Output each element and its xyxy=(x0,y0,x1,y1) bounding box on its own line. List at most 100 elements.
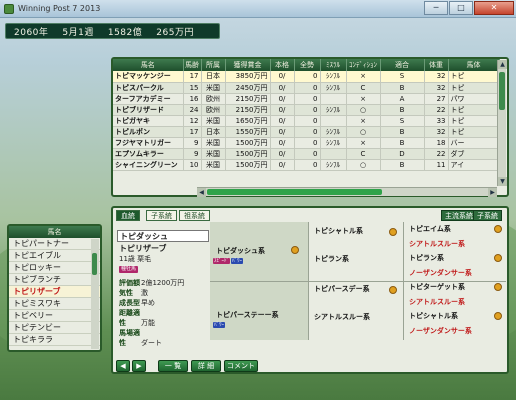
list-item[interactable]: トピベリー xyxy=(9,310,100,322)
tab-child-line[interactable]: 子系統 xyxy=(146,210,177,221)
list-item[interactable]: トピブランチ xyxy=(9,274,100,286)
pedigree-gen3-cell[interactable]: ノーザンダンサー系 xyxy=(406,268,472,278)
tab-sub-line[interactable]: 子系統 xyxy=(473,210,502,221)
pedigree-gen2-cell[interactable]: トピパースデー系 xyxy=(311,284,370,294)
horse-list: トピパートナー トピエイブル トピロッキー トピブランチ トピリザーブ トピミスワキ トピベ… xyxy=(9,238,100,346)
table-cell: 3850万円 xyxy=(225,71,271,83)
pedigree-gen2-cell[interactable]: トピラン系 xyxy=(311,254,349,264)
table-row[interactable]: トピガヤキ 12 米国 1650万円 0/0 × S 33 トピ xyxy=(113,115,500,127)
scroll-down-icon[interactable]: ▼ xyxy=(498,177,507,186)
column-header[interactable]: ﾐｽﾗﾙ xyxy=(320,59,347,71)
status-amount: 265万円 xyxy=(156,27,194,38)
tab-pedigree[interactable]: 血統 xyxy=(116,210,140,221)
stat-label: 評価額 xyxy=(119,279,140,287)
column-header[interactable]: 全勢 xyxy=(294,59,321,71)
table-cell: 0/ xyxy=(270,148,295,160)
emblem-icon xyxy=(494,283,502,291)
pedigree-gen3-cell[interactable]: トピターゲット系 xyxy=(406,282,465,292)
pedigree-gen2-cell[interactable]: シアトルスルー系 xyxy=(311,312,370,322)
stat-value: 激 xyxy=(141,289,148,297)
table-cell: バー xyxy=(448,137,500,149)
scroll-thumb[interactable] xyxy=(499,72,505,110)
table-row[interactable]: トピルポン 17 日本 1550万円 0/0 ｼﾝﾌﾙ ○ B 32 トピ xyxy=(113,126,500,138)
table-cell: B xyxy=(380,126,425,138)
minimize-button[interactable]: ─ xyxy=(424,1,448,15)
stat-label: 馬場適性 xyxy=(119,329,140,347)
prev-button[interactable]: ◀ xyxy=(116,360,130,372)
tab-ancestor-line[interactable]: 祖系統 xyxy=(179,210,210,221)
table-row[interactable]: トピブリザード 24 欧州 2150万円 0/0 ｼﾝﾌﾙ ○ B 22 トピ xyxy=(113,104,500,116)
stat-label: 距離適性 xyxy=(119,309,140,327)
tab-main-line[interactable]: 主流系統 xyxy=(441,210,477,221)
list-scroll-thumb[interactable] xyxy=(92,253,97,275)
table-cell: 1650万円 xyxy=(225,115,271,127)
pedigree-gen3-cell[interactable]: トピエイム系 xyxy=(406,224,451,234)
list-item[interactable]: トピテンビー xyxy=(9,322,100,334)
pedigree-gen2-cell[interactable]: トピシャトル系 xyxy=(311,226,363,236)
scroll-up-icon[interactable]: ▲ xyxy=(498,60,507,69)
window-title: Winning Post 7 2013 xyxy=(18,4,101,13)
table-cell: 10 xyxy=(183,159,202,171)
window-titlebar: Winning Post 7 2013 ─ □ ✕ xyxy=(0,0,516,18)
table-vertical-scrollbar[interactable]: ▲ ▼ xyxy=(497,60,507,186)
horse-stats: 評価額2億1200万円 気性激成長型早め 距離適性 万能 馬場適性 ダート xyxy=(117,278,209,348)
table-cell: トピ xyxy=(448,115,500,127)
pedigree-gen3-cell[interactable]: トピラン系 xyxy=(406,253,444,263)
horse-list-panel: 馬名 トピパートナー トピエイブル トピロッキー トピブランチ トピリザーブ トピミスワキ… xyxy=(7,224,102,352)
maximize-button[interactable]: □ xyxy=(449,1,473,15)
column-header[interactable]: 馬体 xyxy=(448,59,500,71)
list-button[interactable]: 一 覧 xyxy=(158,360,188,372)
scroll-left-icon[interactable]: ◀ xyxy=(197,188,206,197)
list-item[interactable]: トピリザーブ xyxy=(9,286,100,298)
list-item[interactable]: トピエイブル xyxy=(9,250,100,262)
stat-row: 距離適性 万能 xyxy=(117,308,209,328)
column-header[interactable]: 本格 xyxy=(270,59,295,71)
table-row[interactable]: ターフアカデミー 16 欧州 2150万円 0/0 × A 27 パワ xyxy=(113,93,500,105)
column-header[interactable]: 獲得賞金 xyxy=(225,59,271,71)
column-header[interactable]: ｺﾝﾃﾞｨｼｮﾝ xyxy=(346,59,381,71)
column-header[interactable]: 所属 xyxy=(201,59,226,71)
close-button[interactable]: ✕ xyxy=(474,1,514,15)
column-header[interactable]: 適合 xyxy=(380,59,425,71)
list-header: 馬名 xyxy=(9,226,100,238)
table-row[interactable]: トピスパークル 15 米国 2450万円 0/0 ｼﾝﾌﾙ C B 32 トピ xyxy=(113,82,500,94)
table-cell: ｼﾝﾌﾙ xyxy=(320,137,347,149)
column-header[interactable]: 馬齢 xyxy=(183,59,202,71)
pedigree-gen3-cell[interactable]: ノーザンダンサー系 xyxy=(406,326,472,336)
list-scrollbar[interactable] xyxy=(91,239,99,349)
table-header-row: 馬名 馬齢 所属 獲得賞金 本格 全勢 ﾐｽﾗﾙ ｺﾝﾃﾞｨｼｮﾝ 適合 体重 馬体 xyxy=(113,59,500,71)
table-cell: 0/ xyxy=(270,82,295,94)
app-icon xyxy=(4,3,14,14)
detail-button[interactable]: 詳 細 xyxy=(191,360,221,372)
pedigree-gen3-cell[interactable]: トピシャトル系 xyxy=(406,311,458,321)
table-cell: 0 xyxy=(294,104,321,116)
comment-button[interactable]: コメント xyxy=(224,360,258,372)
table-row[interactable]: トピマッケンジー 17 日本 3850万円 0/0 ｼﾝﾌﾙ × S 32 トピ xyxy=(113,71,500,83)
table-row[interactable]: エプソムキラー 9 米国 1500万円 0/0 C D 22 ダブ xyxy=(113,148,500,160)
table-cell: 22 xyxy=(424,104,449,116)
table-cell: 1500万円 xyxy=(225,148,271,160)
list-item[interactable]: トピパートナー xyxy=(9,238,100,250)
list-item[interactable]: トピキララ xyxy=(9,334,100,346)
table-cell xyxy=(320,115,347,127)
scroll-right-icon[interactable]: ▶ xyxy=(488,188,497,197)
column-header[interactable]: 体重 xyxy=(424,59,449,71)
table-cell: 2150万円 xyxy=(225,93,271,105)
stat-label: 気性 xyxy=(119,289,133,297)
pedigree-gen3-cell[interactable]: シアトルスルー系 xyxy=(406,239,465,249)
next-button[interactable]: ▶ xyxy=(132,360,146,372)
pedigree-gen3-cell[interactable]: シアトルスルー系 xyxy=(406,297,465,307)
divider xyxy=(210,281,506,282)
column-header[interactable]: 馬名 xyxy=(113,59,184,71)
table-cell: エプソムキラー xyxy=(113,148,184,160)
table-row[interactable]: フジヤマトリガー 9 米国 1500万円 0/0 ｼﾝﾌﾙ × B 18 バー xyxy=(113,137,500,149)
list-item[interactable]: トピロッキー xyxy=(9,262,100,274)
table-row[interactable]: シャイニングリーン 10 米国 1500万円 0/0 ｼﾝﾌﾙ ○ B 11 アイ xyxy=(113,159,500,171)
table-cell: D xyxy=(380,148,425,160)
hscroll-thumb[interactable] xyxy=(207,189,382,195)
stat-row: 評価額2億1200万円 xyxy=(117,278,209,288)
pedigree-dam: トピパーステーー系 xyxy=(216,311,279,319)
table-cell: C xyxy=(346,82,381,94)
table-horizontal-scrollbar[interactable]: ◀ ▶ xyxy=(197,187,497,197)
list-item[interactable]: トピミスワキ xyxy=(9,298,100,310)
